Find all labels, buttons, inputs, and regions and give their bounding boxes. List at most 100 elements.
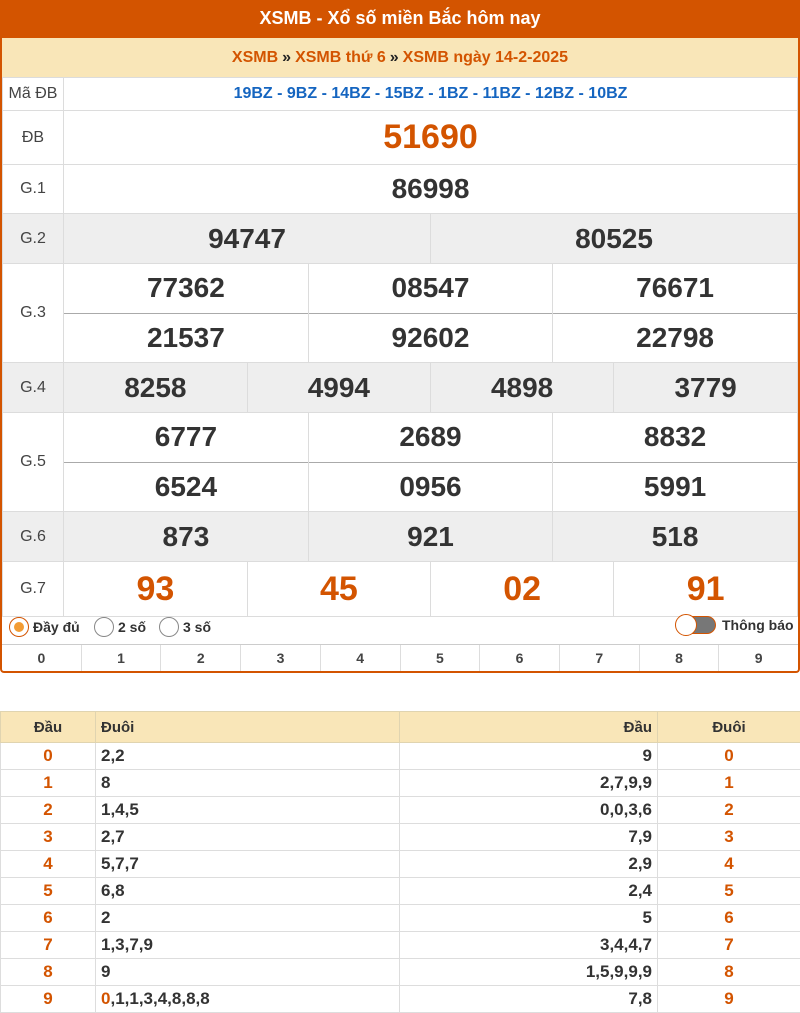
g5-label: G.5 — [2, 412, 64, 512]
duoi-values: 1,4,5 — [101, 800, 139, 819]
radio-full[interactable]: Đầy đủ — [9, 617, 80, 637]
digit-filter-0[interactable]: 0 — [2, 645, 81, 671]
g5-number: 6524 — [154, 470, 218, 502]
table-row: 1 8 2,7,9,9 1 — [0, 769, 800, 797]
digit-filter-7[interactable]: 7 — [558, 645, 639, 671]
g1-label: G.1 — [2, 164, 64, 214]
breadcrumb-sep: » — [282, 49, 292, 66]
duoi-right-cell: 2 — [657, 796, 800, 824]
duoi-cell: 8 — [95, 769, 400, 797]
duoi-cell: 0,1,1,3,4,8,8,8 — [95, 985, 400, 1013]
table-row: 0 2,2 9 0 — [0, 742, 800, 770]
g1-number: 86998 — [391, 173, 470, 204]
digit-filter-bar: 0 1 2 3 4 5 6 7 8 9 — [2, 644, 798, 671]
dau-cell: 8 — [0, 958, 96, 986]
db-number: 51690 — [383, 118, 478, 156]
g5-number: 8832 — [643, 421, 707, 453]
duoi-cell: 5,7,7 — [95, 850, 400, 878]
radio-two-digits-circle[interactable] — [94, 617, 114, 637]
dau-right-cell: 1,5,9,9,9 — [399, 958, 658, 986]
g3-number: 76671 — [636, 272, 715, 304]
code-label: Mã ĐB — [2, 77, 64, 111]
g2-number: 94747 — [208, 222, 286, 254]
db-label: ĐB — [2, 110, 64, 165]
g5-number: 2689 — [399, 421, 462, 453]
g6-label: G.6 — [2, 511, 64, 562]
g4-number: 8258 — [124, 371, 187, 403]
breadcrumb-xsmb[interactable]: XSMB — [232, 49, 278, 66]
duoi-cell: 2,2 — [95, 742, 400, 770]
breadcrumb-xsmb-thu-6[interactable]: XSMB thứ 6 — [295, 49, 386, 66]
dau-right-cell: 2,4 — [399, 877, 658, 905]
dau-cell: 0 — [0, 742, 96, 770]
digit-filter-2[interactable]: 2 — [160, 645, 240, 671]
duoi-values: 2,7 — [101, 827, 125, 846]
dau-cell: 5 — [0, 877, 96, 905]
toggle-knob[interactable] — [675, 614, 697, 636]
duoi-cell: 2,7 — [95, 823, 400, 851]
g4-label: G.4 — [2, 362, 64, 413]
dau-right-cell: 9 — [399, 742, 658, 770]
digit-filter-1[interactable]: 1 — [80, 645, 161, 671]
results-table: Mã ĐB 19BZ - 9BZ - 14BZ - 15BZ - 1BZ - 1… — [2, 77, 798, 617]
special-codes: 19BZ - 9BZ - 14BZ - 15BZ - 1BZ - 11BZ - … — [63, 77, 798, 111]
breadcrumb: XSMB» XSMB thứ 6» XSMB ngày 14-2-2025 — [2, 38, 798, 77]
duoi-cell: 1,3,7,9 — [95, 931, 400, 959]
digit-filter-3[interactable]: 3 — [240, 645, 320, 671]
display-options: Đầy đủ 2 số 3 số Thông báo — [2, 610, 798, 644]
toggle-track[interactable] — [675, 614, 716, 636]
breadcrumb-sep: » — [389, 49, 399, 66]
dau-cell: 7 — [0, 931, 96, 959]
digit-filter-4[interactable]: 4 — [319, 645, 400, 671]
duoi-right-cell: 4 — [657, 850, 800, 878]
col-header-dau-right: Đầu — [399, 711, 658, 743]
duoi-cell: 9 — [95, 958, 400, 986]
col-header-dau: Đầu — [0, 711, 96, 743]
duoi-values: 6,8 — [101, 881, 125, 900]
g3-number: 08547 — [391, 272, 470, 304]
radio-three-digits-circle[interactable] — [159, 617, 179, 637]
dau-cell: 2 — [0, 796, 96, 824]
g7-number: 02 — [503, 569, 542, 608]
dau-right-cell: 0,0,3,6 — [399, 796, 658, 824]
duoi-values: 2 — [101, 908, 111, 927]
loto-body: 0 2,2 9 0 1 8 2,7,9,9 1 2 1,4,5 0,0,3,6 2 3 2,7 7,9 3 4 5… — [0, 742, 800, 1013]
digit-filter-5[interactable]: 5 — [399, 645, 480, 671]
dau-cell: 9 — [0, 985, 96, 1013]
dau-cell: 6 — [0, 904, 96, 932]
g3-label: G.3 — [2, 263, 64, 363]
dau-right-cell: 2,7,9,9 — [399, 769, 658, 797]
table-row: 7 1,3,7,9 3,4,4,7 7 — [0, 931, 800, 959]
col-header-duoi-right: Đuôi — [657, 711, 800, 743]
g6-number: 518 — [651, 520, 699, 552]
duoi-right-cell: 6 — [657, 904, 800, 932]
table-row: 3 2,7 7,9 3 — [0, 823, 800, 851]
notify-label: Thông báo — [722, 617, 794, 633]
duoi-right-cell: 1 — [657, 769, 800, 797]
digit-filter-6[interactable]: 6 — [479, 645, 559, 671]
dau-right-cell: 5 — [399, 904, 658, 932]
g7-number: 93 — [136, 569, 175, 608]
radio-full-circle[interactable] — [9, 617, 29, 637]
g2-number: 80525 — [575, 222, 653, 254]
g6-number: 873 — [162, 520, 210, 552]
radio-three-digits[interactable]: 3 số — [159, 617, 211, 637]
g3-number: 21537 — [146, 321, 225, 353]
loto-table: Đầu Đuôi Đầu Đuôi 0 2,2 9 0 1 8 2,7,9,9 1 2 1,4,5… — [0, 711, 800, 1013]
dau-cell: 3 — [0, 823, 96, 851]
duoi-cell: 2 — [95, 904, 400, 932]
digit-filter-8[interactable]: 8 — [638, 645, 719, 671]
digit-filter-9[interactable]: 9 — [718, 645, 798, 671]
dau-right-cell: 7,9 — [399, 823, 658, 851]
notify-toggle[interactable]: Thông báo — [675, 614, 794, 636]
duoi-right-cell: 0 — [657, 742, 800, 770]
radio-two-digits[interactable]: 2 số — [94, 617, 146, 637]
g7-label: G.7 — [2, 561, 64, 617]
g2-label: G.2 — [2, 213, 64, 264]
dau-right-cell: 3,4,4,7 — [399, 931, 658, 959]
g7-number: 91 — [686, 569, 725, 608]
duoi-values: 9 — [101, 962, 111, 981]
breadcrumb-xsmb-date[interactable]: XSMB ngày 14-2-2025 — [403, 49, 568, 66]
dau-right-cell: 7,8 — [399, 985, 658, 1013]
dau-cell: 1 — [0, 769, 96, 797]
